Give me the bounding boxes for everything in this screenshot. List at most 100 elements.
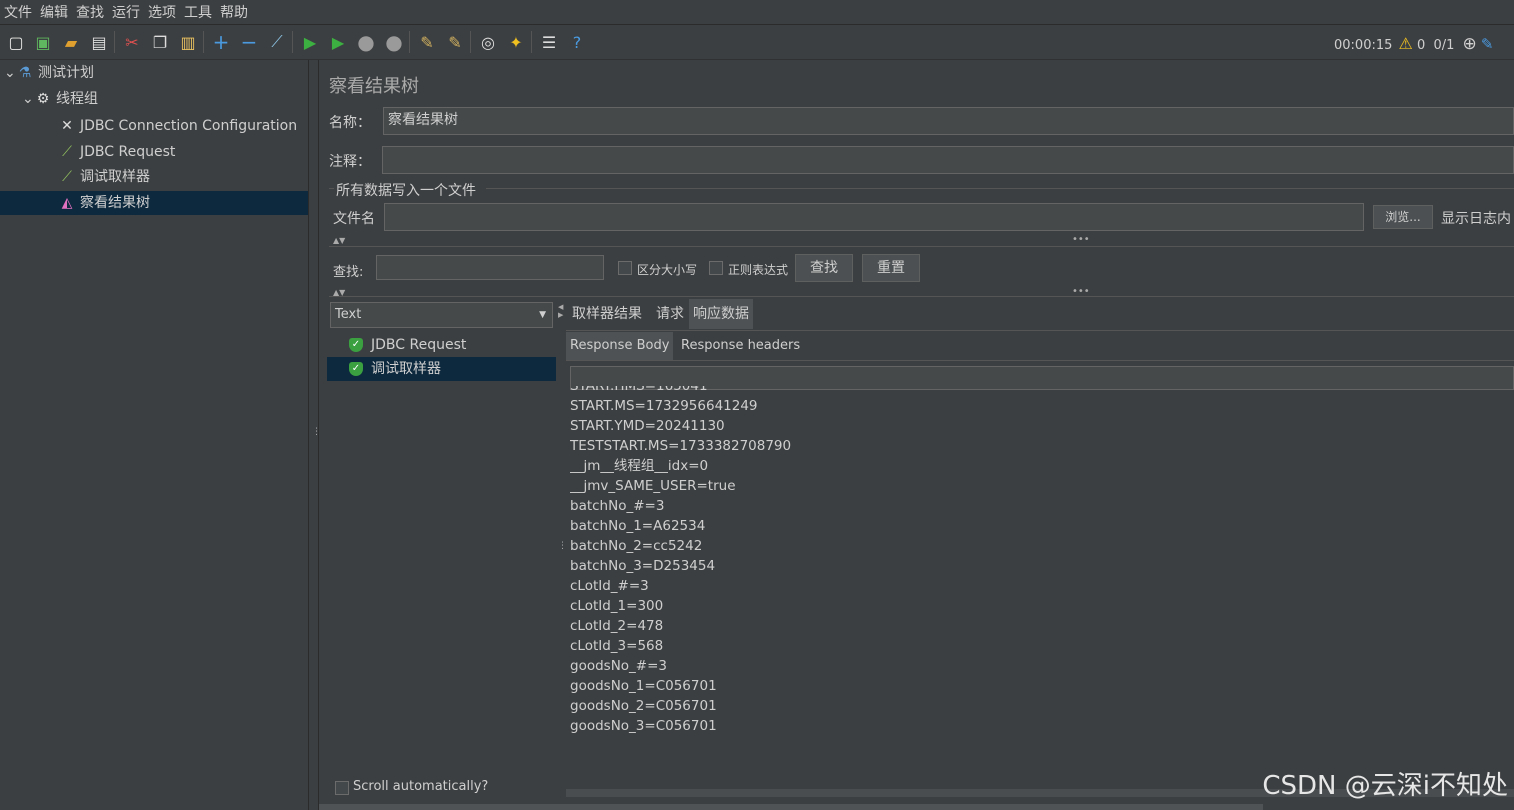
main-horizontal-scrollbar[interactable] xyxy=(319,804,1263,810)
tree-item-label: 线程组 xyxy=(56,91,98,107)
clear-all-icon[interactable]: ✎ xyxy=(444,31,466,53)
response-line: __jmv_SAME_USER=true xyxy=(570,478,736,494)
toggle-icon[interactable]: ⟋ xyxy=(266,31,288,53)
gear-icon: ⚙ xyxy=(36,91,50,107)
menu-search[interactable]: 查找 xyxy=(72,0,108,22)
elapsed-time: 00:00:15 ⚠ 0 0/1 ⊕ ✎ xyxy=(1334,34,1493,54)
browse-button[interactable]: 浏览... xyxy=(1373,205,1433,229)
toolbar: ▢ ▣ ▰ ▤ ✂ ❐ ▥ + − ⟋ ▶ ▶ ● ● ✎ ✎ ◎ ✦ ☰ ? xyxy=(0,25,1514,60)
reset-button[interactable]: 重置 xyxy=(862,254,920,282)
function-list-icon[interactable]: ☰ xyxy=(538,31,560,53)
warning-icon[interactable]: ⚠ xyxy=(1399,34,1413,53)
name-label: 名称： xyxy=(329,115,371,131)
name-field[interactable]: 察看结果树 xyxy=(383,107,1514,135)
filename-input[interactable] xyxy=(384,203,1364,231)
start-icon[interactable]: ▶ xyxy=(299,31,321,53)
binoculars-icon[interactable]: ◎ xyxy=(477,31,499,53)
renderer-select[interactable]: Text ▼ xyxy=(330,302,553,328)
response-line: cLotId_#=3 xyxy=(570,578,649,594)
splitter-grip-icon[interactable]: ••• xyxy=(1072,286,1090,297)
result-item-jdbc-request[interactable]: ✓ JDBC Request xyxy=(327,333,556,357)
tab-response-data[interactable]: 响应数据 xyxy=(689,299,753,329)
logger-icon[interactable]: ✎ xyxy=(1481,35,1494,53)
menu-tools[interactable]: 工具 xyxy=(180,0,216,22)
menu-file[interactable]: 文件 xyxy=(0,0,36,22)
menu-bar: 文件 编辑 查找 运行 选项 工具 帮助 xyxy=(0,0,1514,25)
file-section-label: 所有数据写入一个文件 xyxy=(336,183,476,199)
result-item-debug-sampler[interactable]: ✓ 调试取样器 xyxy=(327,357,556,381)
start-no-pause-icon[interactable]: ▶ xyxy=(327,31,349,53)
tree-item-label: JDBC Request xyxy=(80,144,176,160)
tab-response-body[interactable]: Response Body xyxy=(566,332,674,360)
remote-icon[interactable]: ⊕ xyxy=(1463,34,1477,54)
result-item-label: 调试取样器 xyxy=(371,361,441,377)
response-line: START.HMS=165041 xyxy=(570,386,708,394)
response-line: START.YMD=20241130 xyxy=(570,418,725,434)
chevron-down-icon[interactable]: ▼ xyxy=(539,303,546,327)
find-button[interactable]: 查找 xyxy=(795,254,853,282)
regex-checkbox[interactable] xyxy=(709,261,723,275)
comment-label: 注释： xyxy=(329,154,371,170)
splitter-grip-icon[interactable]: ••• xyxy=(1072,234,1090,245)
response-line: batchNo_1=A62534 xyxy=(570,518,706,534)
help-icon[interactable]: ? xyxy=(566,31,588,53)
response-line: goodsNo_2=C056701 xyxy=(570,698,717,714)
tree-item-jdbc-request[interactable]: ⟋ JDBC Request xyxy=(58,140,175,164)
collapse-arrows-icon[interactable]: ▲▼ xyxy=(333,288,345,297)
case-sensitive-checkbox[interactable] xyxy=(618,261,632,275)
scroll-auto-checkbox[interactable] xyxy=(335,781,349,795)
thread-count: 0/1 xyxy=(1433,38,1455,53)
save-icon[interactable]: ▤ xyxy=(88,31,110,53)
search-input[interactable] xyxy=(376,255,604,280)
filename-label: 文件名 xyxy=(333,211,375,227)
broom-icon[interactable]: ✦ xyxy=(505,31,527,53)
response-line: __jm__线程组__idx=0 xyxy=(570,458,709,474)
cut-icon[interactable]: ✂ xyxy=(121,31,143,53)
tree-item-jdbc-connection[interactable]: ✕ JDBC Connection Configuration xyxy=(58,114,297,138)
result-item-label: JDBC Request xyxy=(371,337,467,353)
tab-response-headers[interactable]: Response headers xyxy=(677,332,804,360)
tab-request[interactable]: 请求 xyxy=(652,299,688,329)
tab-sampler-result[interactable]: 取样器结果 xyxy=(568,299,646,329)
inner-splitter[interactable]: ◀ ▶ ⋮ xyxy=(556,297,567,810)
response-body-text[interactable]: START.HMS=165041 START.MS=1732956641249 … xyxy=(570,386,1510,786)
response-line: batchNo_#=3 xyxy=(570,498,665,514)
regex-label: 正则表达式 xyxy=(728,263,789,277)
collapse-arrows-icon[interactable]: ▲▼ xyxy=(333,236,345,245)
scroll-auto-label: Scroll automatically? xyxy=(353,779,489,794)
tree-item-thread-group[interactable]: ⌄ ⚙ 线程组 xyxy=(22,87,98,111)
tree-item-label: 调试取样器 xyxy=(80,169,150,185)
tools-icon: ✕ xyxy=(61,118,73,134)
chevron-down-icon[interactable]: ⌄ xyxy=(22,87,34,111)
tree-item-test-plan[interactable]: ⌄ ⚗ 测试计划 xyxy=(4,61,94,85)
menu-edit[interactable]: 编辑 xyxy=(36,0,72,22)
chevron-down-icon[interactable]: ⌄ xyxy=(4,61,16,85)
response-line: goodsNo_1=C056701 xyxy=(570,678,717,694)
response-line: cLotId_1=300 xyxy=(570,598,664,614)
menu-options[interactable]: 选项 xyxy=(144,0,180,22)
tree-item-debug-sampler[interactable]: ⟋ 调试取样器 xyxy=(58,165,150,189)
templates-icon[interactable]: ▣ xyxy=(32,31,54,53)
menu-help[interactable]: 帮助 xyxy=(216,0,252,22)
expand-icon[interactable]: + xyxy=(210,30,232,54)
comment-field[interactable] xyxy=(382,146,1514,174)
tree-item-label: 察看结果树 xyxy=(80,195,150,211)
menu-run[interactable]: 运行 xyxy=(108,0,144,22)
response-line: cLotId_3=568 xyxy=(570,638,664,654)
new-icon[interactable]: ▢ xyxy=(5,31,27,53)
tree-item-label: 测试计划 xyxy=(38,65,94,81)
stop-icon[interactable]: ● xyxy=(355,30,377,54)
vertical-splitter[interactable]: ⋮ xyxy=(309,60,321,810)
pipette-icon: ⟋ xyxy=(62,169,72,185)
copy-icon[interactable]: ❐ xyxy=(149,31,171,53)
test-plan-tree: ⌄ ⚗ 测试计划 ⌄ ⚙ 线程组 ✕ JDBC Connection Configurat… xyxy=(0,60,309,810)
tree-item-view-results-tree[interactable]: ◭ 察看结果树 xyxy=(0,191,308,215)
paste-icon[interactable]: ▥ xyxy=(177,31,199,53)
clear-icon[interactable]: ✎ xyxy=(416,31,438,53)
response-line: cLotId_2=478 xyxy=(570,618,664,634)
collapse-icon[interactable]: − xyxy=(238,30,260,54)
log-display-label: 显示日志内 xyxy=(1441,211,1511,227)
shutdown-icon[interactable]: ● xyxy=(383,30,405,54)
open-icon[interactable]: ▰ xyxy=(60,31,82,53)
tree-item-label: JDBC Connection Configuration xyxy=(80,118,298,134)
